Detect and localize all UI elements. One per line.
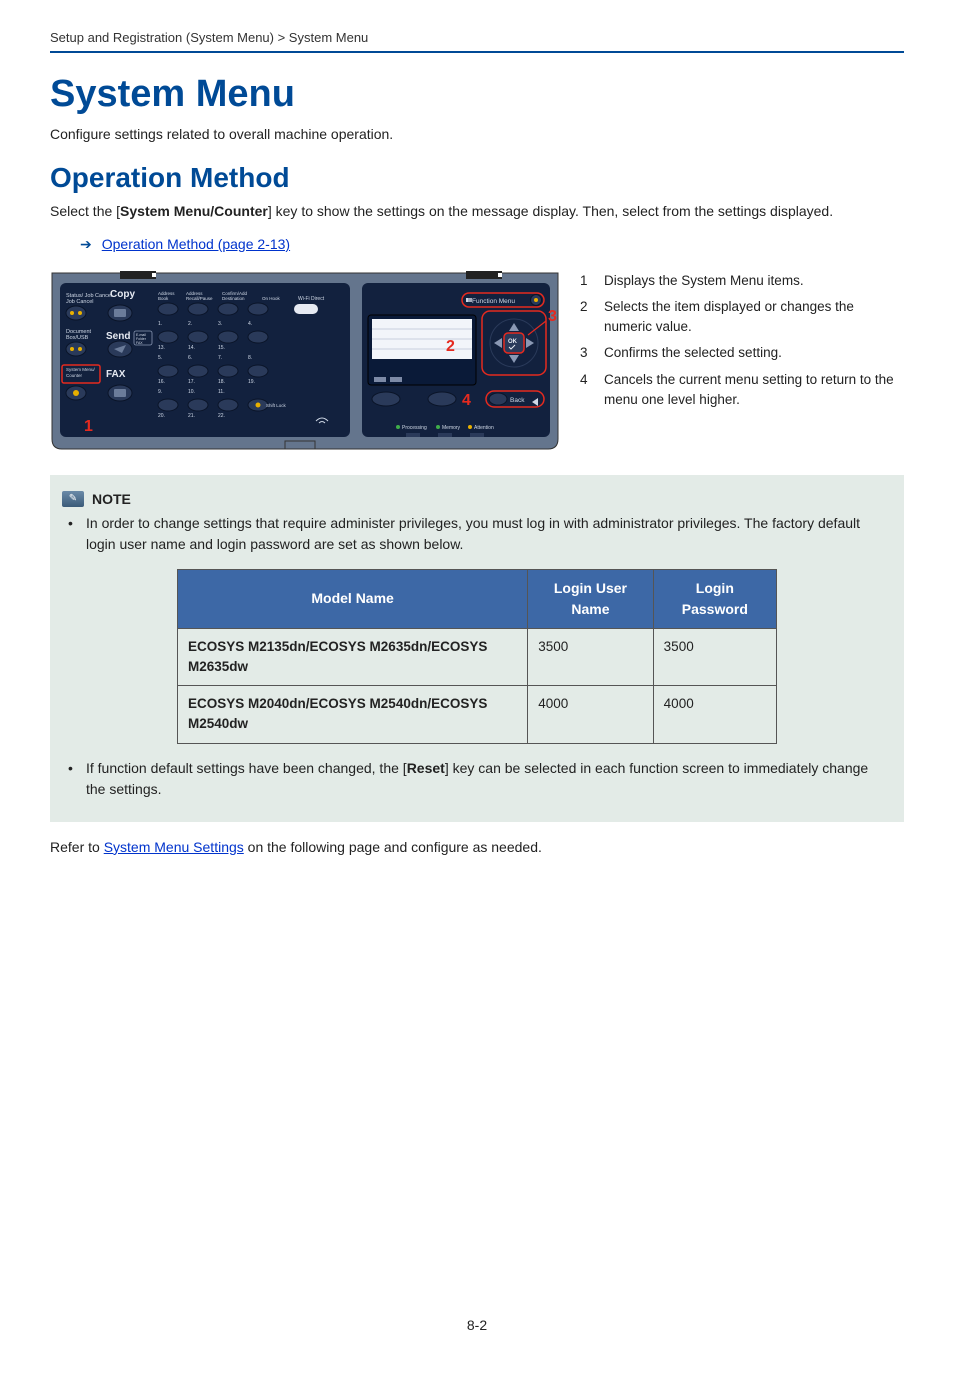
svg-text:3: 3 (548, 308, 557, 325)
svg-text:Memory: Memory (442, 425, 461, 431)
legend-text: Cancels the current menu setting to retu… (604, 370, 904, 411)
note-box: ✎ NOTE • In order to change settings tha… (50, 475, 904, 822)
section-heading: Operation Method (50, 162, 904, 194)
divider (50, 51, 904, 53)
table-row: ECOSYS M2135dn/ECOSYS M2635dn/ECOSYS M26… (178, 628, 777, 686)
svg-text:10.: 10. (188, 389, 195, 395)
svg-text:Shift Lock: Shift Lock (266, 403, 287, 408)
svg-text:14.: 14. (188, 345, 195, 351)
control-panel-figure: Status/ Job Cancel Job Cancel Document B… (50, 271, 560, 451)
intro-text: Configure settings related to overall ma… (50, 126, 904, 142)
svg-text:System Menu/: System Menu/ (66, 367, 96, 372)
bullet-icon: • (68, 758, 78, 800)
svg-text:5.: 5. (158, 355, 162, 361)
svg-text:OK: OK (508, 339, 518, 345)
legend-num: 2 (580, 297, 594, 338)
svg-text:Wi-Fi Direct: Wi-Fi Direct (298, 296, 325, 302)
svg-text:1.: 1. (158, 321, 162, 327)
svg-text:1: 1 (84, 418, 93, 435)
th-pass: Login Password (653, 569, 776, 628)
table-row: ECOSYS M2040dn/ECOSYS M2540dn/ECOSYS M25… (178, 686, 777, 744)
svg-text:15.: 15. (218, 345, 225, 351)
svg-text:2.: 2. (188, 321, 192, 327)
svg-text:On Hook: On Hook (262, 296, 281, 301)
cell-user: 4000 (528, 686, 653, 744)
closing-text: Refer to System Menu Settings on the fol… (50, 838, 904, 858)
legend-text: Displays the System Menu items. (604, 271, 904, 291)
th-model: Model Name (178, 569, 528, 628)
body-bold: System Menu/Counter (120, 203, 268, 219)
note-title: NOTE (92, 491, 131, 507)
svg-text:FAX: FAX (106, 369, 126, 380)
svg-text:Job Cancel: Job Cancel (66, 299, 94, 305)
svg-text:Send: Send (106, 331, 130, 342)
legend-item: 2 Selects the item displayed or changes … (580, 297, 904, 338)
legend-item: 4 Cancels the current menu setting to re… (580, 370, 904, 411)
svg-text:Copy: Copy (110, 289, 135, 300)
svg-text:16.: 16. (158, 379, 165, 385)
legend-num: 3 (580, 343, 594, 363)
page-title: System Menu (50, 73, 904, 116)
svg-text:Box/USB: Box/USB (66, 335, 89, 341)
svg-text:4: 4 (462, 392, 471, 409)
svg-text:Attention: Attention (474, 425, 494, 431)
svg-text:Book: Book (158, 296, 169, 301)
svg-text:3.: 3. (218, 321, 222, 327)
note-icon: ✎ (62, 491, 84, 507)
page-number: 8-2 (50, 1317, 904, 1333)
cell-user: 3500 (528, 628, 653, 686)
legend-text: Confirms the selected setting. (604, 343, 904, 363)
svg-text:21.: 21. (188, 413, 195, 419)
svg-text:Processing: Processing (402, 425, 427, 431)
legend-item: 3 Confirms the selected setting. (580, 343, 904, 363)
bullet-icon: • (68, 513, 78, 555)
svg-text:22.: 22. (218, 413, 225, 419)
svg-text:2: 2 (446, 338, 455, 355)
svg-text:Back: Back (510, 397, 525, 404)
svg-text:8.: 8. (248, 355, 252, 361)
xref-link[interactable]: Operation Method (page 2-13) (102, 236, 290, 252)
svg-text:FAX: FAX (136, 341, 143, 345)
svg-text:11.: 11. (218, 389, 225, 395)
arrow-icon: ➔ (80, 236, 92, 253)
body-post: ] key to show the settings on the messag… (268, 203, 833, 219)
legend-text: Selects the item displayed or changes th… (604, 297, 904, 338)
svg-text:4.: 4. (248, 321, 252, 327)
svg-text:Destination: Destination (222, 296, 245, 301)
xref-link-settings[interactable]: System Menu Settings (104, 839, 244, 855)
note-item: If function default settings have been c… (86, 758, 886, 800)
svg-text:7.: 7. (218, 355, 222, 361)
th-user: Login User Name (528, 569, 653, 628)
cell-pass: 3500 (653, 628, 776, 686)
svg-text:19.: 19. (248, 379, 255, 385)
note-item: In order to change settings that require… (86, 513, 886, 555)
svg-text:Recall/Pause: Recall/Pause (186, 296, 213, 301)
cell-model: ECOSYS M2040dn/ECOSYS M2540dn/ECOSYS M25… (178, 686, 528, 744)
cell-pass: 4000 (653, 686, 776, 744)
svg-text:6.: 6. (188, 355, 192, 361)
breadcrumb: Setup and Registration (System Menu) > S… (50, 30, 904, 51)
credentials-table: Model Name Login User Name Login Passwor… (177, 569, 777, 744)
svg-text:17.: 17. (188, 379, 195, 385)
legend-num: 4 (580, 370, 594, 411)
legend-list: 1 Displays the System Menu items. 2 Sele… (580, 271, 904, 417)
cell-model: ECOSYS M2135dn/ECOSYS M2635dn/ECOSYS M26… (178, 628, 528, 686)
svg-text:Function Menu: Function Menu (472, 298, 515, 305)
body-text: Select the [System Menu/Counter] key to … (50, 202, 904, 222)
body-pre: Select the [ (50, 203, 120, 219)
legend-num: 1 (580, 271, 594, 291)
svg-text:18.: 18. (218, 379, 225, 385)
svg-text:Counter: Counter (66, 373, 83, 378)
svg-text:20.: 20. (158, 413, 165, 419)
legend-item: 1 Displays the System Menu items. (580, 271, 904, 291)
svg-text:13.: 13. (158, 345, 165, 351)
svg-text:9.: 9. (158, 389, 162, 395)
